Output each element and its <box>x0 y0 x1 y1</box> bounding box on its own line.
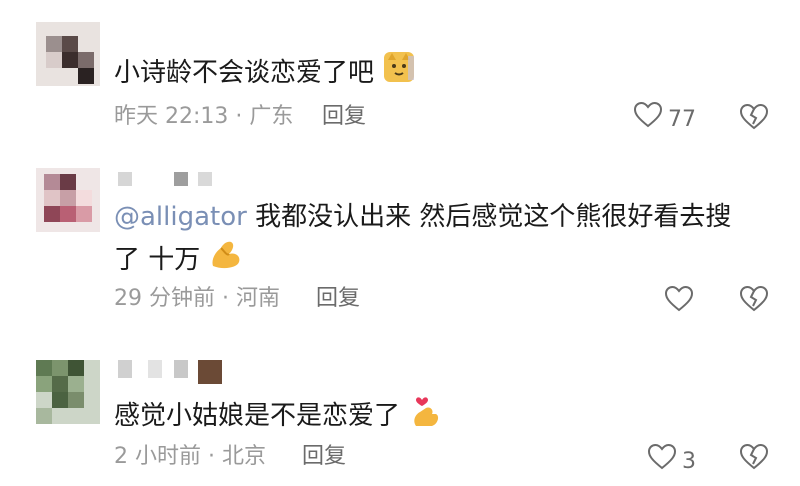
comment-meta: 昨天 22:13 · 广东 <box>114 104 294 129</box>
dislike-button[interactable] <box>739 103 769 134</box>
reply-button[interactable]: 回复 <box>316 284 360 314</box>
heart-icon <box>647 443 677 479</box>
hand-heart-icon <box>408 392 442 441</box>
comment-text: 感觉小姑娘是不是恋爱了 <box>114 392 442 441</box>
avatar[interactable] <box>36 168 100 232</box>
reply-button[interactable]: 回复 <box>322 102 366 132</box>
like-button[interactable]: 3 <box>647 443 696 479</box>
comment-meta: 2 小时前 · 北京 <box>114 444 266 469</box>
like-button[interactable] <box>664 285 699 321</box>
comment-text-line2: 了 十万 <box>114 238 243 283</box>
comment-text: 小诗龄不会谈恋爱了吧 <box>114 50 416 97</box>
broken-heart-icon <box>739 103 769 134</box>
avatar[interactable] <box>36 22 100 86</box>
dislike-button[interactable] <box>739 285 769 316</box>
dislike-button[interactable] <box>739 443 769 474</box>
mention-link[interactable]: @alligator <box>114 202 247 232</box>
like-button[interactable]: 77 <box>633 101 696 137</box>
reply-button[interactable]: 回复 <box>302 442 346 472</box>
broken-heart-icon <box>739 285 769 316</box>
avatar[interactable] <box>36 360 100 424</box>
heart-icon <box>633 101 663 137</box>
like-count: 77 <box>668 106 696 132</box>
broken-heart-icon <box>739 443 769 474</box>
comment-text: @alligator 我都没认出来 然后感觉这个熊很好看去搜 <box>114 202 732 232</box>
cat-face-icon <box>382 50 416 97</box>
like-count: 3 <box>682 448 696 474</box>
heart-icon <box>664 285 694 321</box>
pinching-hand-icon <box>209 238 243 283</box>
comment-meta: 29 分钟前 · 河南 <box>114 286 280 311</box>
